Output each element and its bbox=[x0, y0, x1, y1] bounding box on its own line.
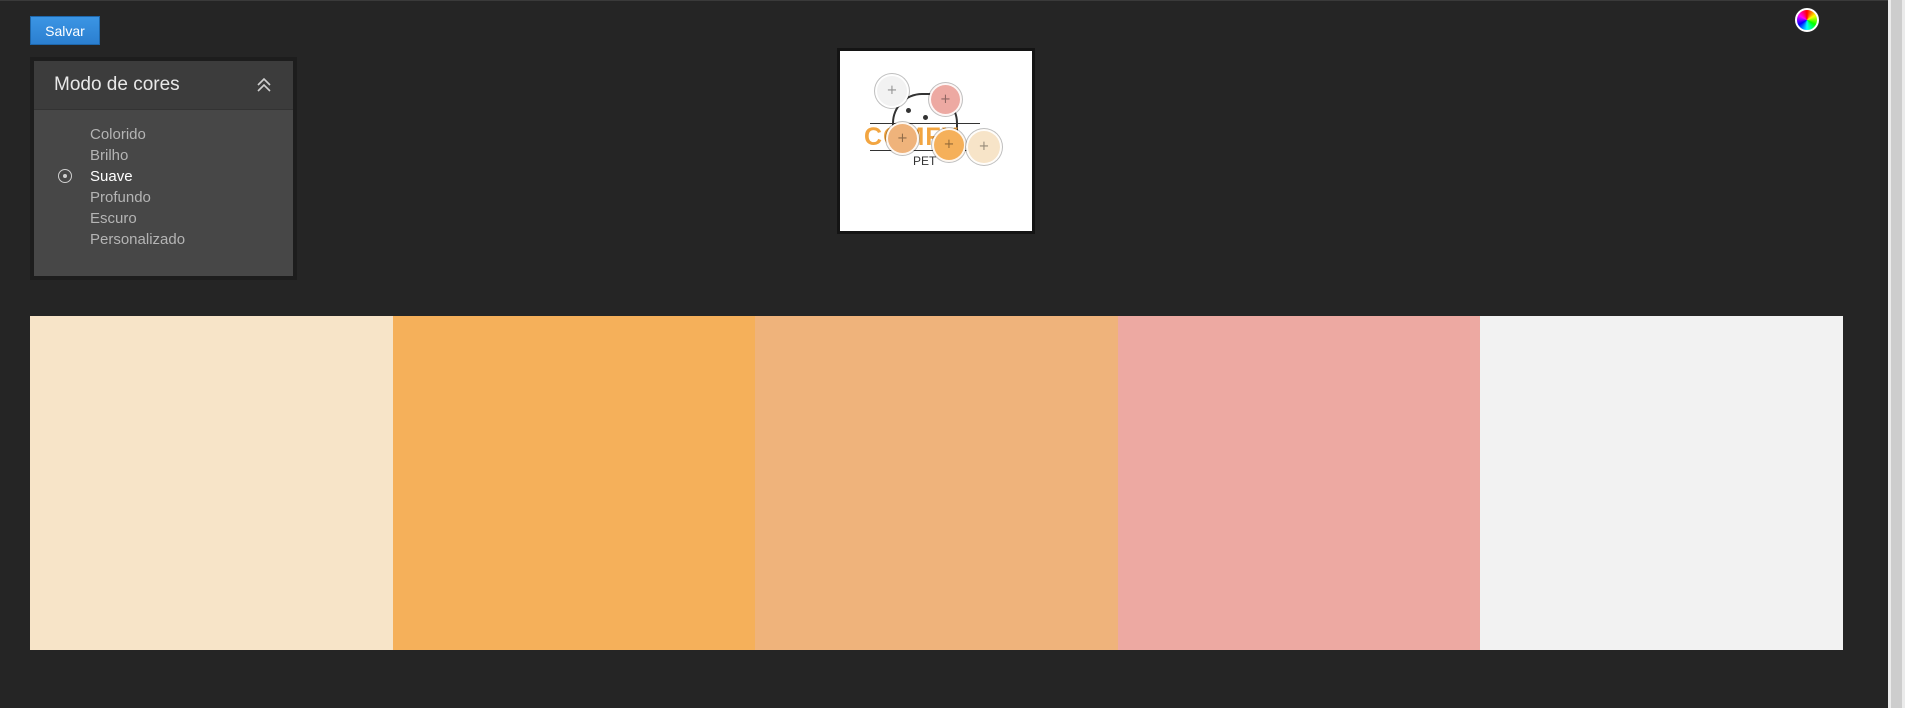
color-swatch-4[interactable] bbox=[1117, 316, 1481, 650]
color-palette bbox=[30, 316, 1843, 650]
mode-profundo[interactable]: Profundo bbox=[34, 187, 293, 208]
color-mode-list: Colorido Brilho Suave Profundo Escuro Pe… bbox=[34, 110, 293, 250]
top-border bbox=[0, 0, 1888, 1]
logo-eye bbox=[906, 108, 911, 113]
color-wheel-icon[interactable] bbox=[1795, 8, 1819, 32]
color-swatch-3[interactable] bbox=[755, 316, 1118, 650]
color-picker-handle-4[interactable]: + bbox=[929, 83, 962, 116]
double-chevron-up-icon[interactable] bbox=[255, 76, 273, 94]
save-button[interactable]: Salvar bbox=[30, 16, 100, 45]
logo-image: COMFY PET + + + + + bbox=[840, 51, 1032, 231]
logo-nose bbox=[923, 115, 928, 120]
mode-colorido[interactable]: Colorido bbox=[34, 124, 293, 145]
color-swatch-1[interactable] bbox=[30, 316, 393, 650]
panel-title: Modo de cores bbox=[54, 74, 180, 95]
panel-header[interactable]: Modo de cores bbox=[34, 61, 293, 110]
mode-personalizado[interactable]: Personalizado bbox=[34, 229, 293, 250]
color-picker-handle-3[interactable]: + bbox=[886, 122, 919, 155]
color-swatch-2[interactable] bbox=[392, 316, 756, 650]
mode-suave[interactable]: Suave bbox=[34, 166, 293, 187]
scrollbar-thumb[interactable] bbox=[1891, 0, 1902, 708]
color-mode-panel: Modo de cores Colorido Brilho Suave Prof… bbox=[30, 57, 297, 280]
source-image-thumbnail: COMFY PET + + + + + bbox=[837, 48, 1035, 234]
radio-selected-icon bbox=[58, 169, 72, 183]
color-picker-handle-1[interactable]: + bbox=[966, 129, 1002, 165]
mode-suave-label: Suave bbox=[90, 168, 133, 185]
mode-escuro[interactable]: Escuro bbox=[34, 208, 293, 229]
color-picker-handle-2[interactable]: + bbox=[932, 128, 966, 162]
color-picker-handle-5[interactable]: + bbox=[875, 74, 909, 108]
mode-brilho[interactable]: Brilho bbox=[34, 145, 293, 166]
color-swatch-5[interactable] bbox=[1480, 316, 1843, 650]
logo-subtext: PET bbox=[913, 154, 937, 168]
